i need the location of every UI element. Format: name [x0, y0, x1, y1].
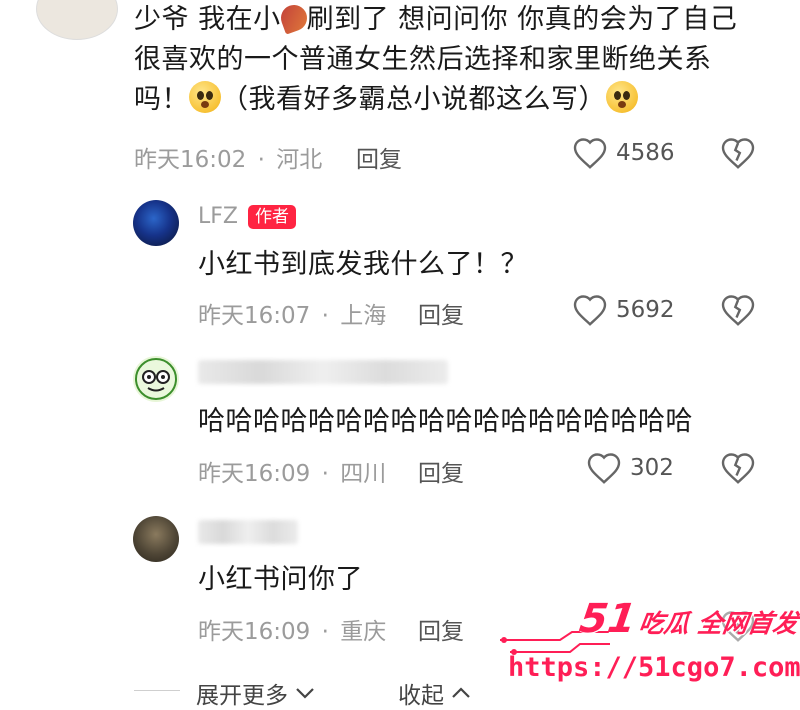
- heart-icon: [573, 138, 607, 169]
- like-count: 302: [630, 455, 674, 481]
- author-name[interactable]: LFZ: [198, 204, 238, 229]
- avatar[interactable]: [133, 200, 179, 246]
- heart-icon: [587, 453, 621, 484]
- collapse-label: 收起: [398, 683, 444, 709]
- reply-button[interactable]: 回复: [356, 140, 402, 174]
- reply-text: 小红书到底发我什么了！？: [198, 249, 528, 280]
- blurred-username: [198, 520, 298, 544]
- blurred-username: [198, 360, 448, 384]
- shocked-emoji-icon: [189, 81, 221, 113]
- reply-meta: 昨天16:09 · 四川: [198, 454, 386, 488]
- avatar[interactable]: [36, 0, 118, 40]
- separator: ·: [321, 619, 329, 645]
- comment-time: 昨天16:02: [134, 147, 247, 173]
- author-badge: 作者: [247, 204, 296, 229]
- watermark: 51 吃瓜 全网首发 https://51cgo7.com: [500, 596, 800, 696]
- avatar[interactable]: [133, 516, 179, 562]
- divider: [134, 690, 180, 691]
- reply-author: LFZ 作者: [198, 204, 296, 229]
- reply-text: 哈哈哈哈哈哈哈哈哈哈哈哈哈哈哈哈哈哈: [198, 406, 693, 437]
- dislike-button[interactable]: [720, 451, 756, 485]
- comment-meta: 昨天16:02 · 河北: [134, 140, 322, 174]
- watermark-tagline: 吃瓜 全网首发: [637, 609, 800, 638]
- broken-heart-icon: [721, 138, 755, 169]
- broken-heart-icon: [721, 295, 755, 326]
- reply-time: 昨天16:09: [198, 461, 311, 487]
- like-button[interactable]: 4586: [572, 136, 675, 170]
- reply-text: 小红书问你了: [198, 564, 363, 595]
- separator: ·: [257, 147, 265, 173]
- reply-meta: 昨天16:07 · 上海: [198, 296, 386, 330]
- watermark-number: 51: [576, 596, 639, 642]
- reply-location: 上海: [340, 303, 387, 329]
- like-count: 4586: [616, 140, 675, 166]
- reply-time: 昨天16:09: [198, 619, 311, 645]
- reply-location: 四川: [340, 461, 387, 487]
- reply-button[interactable]: 回复: [418, 612, 464, 646]
- expand-more-button[interactable]: 展开更多: [196, 676, 316, 710]
- watermark-url: https://51cgo7.com: [508, 652, 800, 683]
- like-button[interactable]: 302: [586, 451, 674, 485]
- separator: ·: [321, 303, 329, 329]
- avatar[interactable]: [133, 356, 179, 402]
- chevron-up-icon: [452, 687, 470, 698]
- chevron-down-icon: [296, 688, 314, 699]
- dislike-button[interactable]: [720, 293, 756, 327]
- comment-location: 河北: [276, 147, 323, 173]
- face-icon: [135, 358, 177, 400]
- collapse-button[interactable]: 收起: [398, 676, 472, 710]
- comment-text: 少爷 我在小 刷到了 想问问你 你真的会为了自己 很喜欢的一个普通女生然后选择和家…: [134, 0, 774, 120]
- reply-meta: 昨天16:09 · 重庆: [198, 612, 386, 646]
- reply-time: 昨天16:07: [198, 303, 311, 329]
- like-count: 5692: [616, 297, 675, 323]
- sweet-potato-icon: [276, 1, 311, 35]
- reply-location: 重庆: [340, 619, 387, 645]
- reply-button[interactable]: 回复: [418, 454, 464, 488]
- like-button[interactable]: 5692: [572, 293, 675, 327]
- reply-button[interactable]: 回复: [418, 296, 464, 330]
- shocked-emoji-icon: [606, 81, 638, 113]
- heart-icon: [573, 295, 607, 326]
- separator: ·: [321, 461, 329, 487]
- broken-heart-icon: [721, 453, 755, 484]
- watermark-brand: 51 吃瓜 全网首发: [577, 596, 800, 642]
- dislike-button[interactable]: [720, 136, 756, 170]
- expand-more-label: 展开更多: [196, 683, 288, 709]
